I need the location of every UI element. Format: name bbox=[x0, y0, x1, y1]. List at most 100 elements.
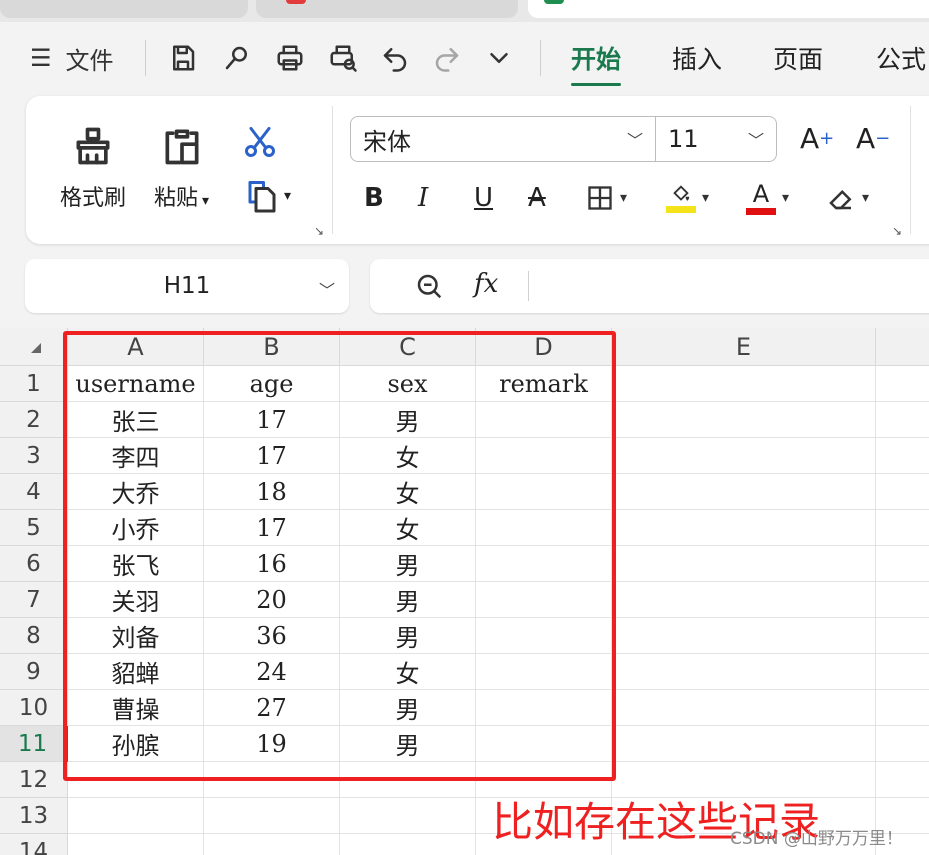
cell[interactable]: 男 bbox=[340, 402, 476, 438]
row-header[interactable]: 6 bbox=[0, 546, 68, 582]
cell[interactable]: 男 bbox=[340, 546, 476, 582]
cell[interactable]: 关羽 bbox=[68, 582, 204, 618]
row-header[interactable]: 14 bbox=[0, 834, 68, 855]
cell[interactable] bbox=[340, 798, 476, 834]
cell[interactable] bbox=[876, 726, 929, 762]
cell[interactable]: 24 bbox=[204, 654, 340, 690]
cell[interactable]: age bbox=[204, 366, 340, 402]
cell[interactable] bbox=[876, 618, 929, 654]
cell[interactable] bbox=[476, 654, 612, 690]
cell[interactable] bbox=[476, 690, 612, 726]
cell[interactable] bbox=[204, 762, 340, 798]
format-painter-button[interactable]: 格式刷 bbox=[60, 124, 126, 212]
cell[interactable]: 17 bbox=[204, 510, 340, 546]
cell[interactable] bbox=[876, 474, 929, 510]
row-header[interactable]: 11 bbox=[0, 726, 68, 762]
cell[interactable]: 曹操 bbox=[68, 690, 204, 726]
window-tab[interactable] bbox=[0, 0, 248, 18]
copy-button[interactable]: ▾ bbox=[244, 178, 291, 214]
cell[interactable]: 男 bbox=[340, 690, 476, 726]
cell[interactable] bbox=[340, 834, 476, 855]
cell[interactable]: 男 bbox=[340, 618, 476, 654]
cell[interactable] bbox=[876, 402, 929, 438]
cell[interactable] bbox=[204, 834, 340, 855]
cell[interactable] bbox=[476, 726, 612, 762]
cell[interactable]: 17 bbox=[204, 438, 340, 474]
window-tab[interactable] bbox=[256, 0, 518, 18]
italic-button[interactable]: I bbox=[418, 180, 428, 216]
window-tab-active[interactable] bbox=[528, 0, 929, 18]
cell[interactable] bbox=[876, 438, 929, 474]
cell[interactable] bbox=[876, 582, 929, 618]
tab-insert[interactable]: 插入 bbox=[672, 40, 722, 76]
cell[interactable]: remark bbox=[476, 366, 612, 402]
cell[interactable] bbox=[612, 402, 876, 438]
column-header[interactable] bbox=[876, 328, 929, 366]
paste-button[interactable]: 粘贴 ▾ bbox=[154, 124, 209, 212]
tab-formula[interactable]: 公式 bbox=[876, 40, 926, 76]
cell[interactable] bbox=[612, 690, 876, 726]
row-header[interactable]: 7 bbox=[0, 582, 68, 618]
find-button[interactable] bbox=[222, 42, 252, 74]
cell[interactable] bbox=[612, 618, 876, 654]
cell[interactable] bbox=[876, 510, 929, 546]
cell[interactable] bbox=[612, 654, 876, 690]
font-name-dropdown[interactable]: 宋体 ﹀ bbox=[351, 117, 656, 161]
bold-button[interactable]: B bbox=[364, 180, 384, 216]
strikethrough-button[interactable]: A bbox=[528, 180, 546, 216]
fill-color-button[interactable]: ▾ bbox=[666, 180, 709, 216]
cell[interactable]: 女 bbox=[340, 474, 476, 510]
row-header[interactable]: 8 bbox=[0, 618, 68, 654]
redo-button[interactable] bbox=[432, 42, 462, 74]
cell[interactable] bbox=[476, 582, 612, 618]
cell[interactable] bbox=[876, 366, 929, 402]
save-button[interactable] bbox=[168, 42, 198, 74]
clipboard-launcher-icon[interactable]: ↘ bbox=[314, 224, 324, 238]
row-header[interactable]: 13 bbox=[0, 798, 68, 834]
column-header[interactable]: A bbox=[68, 328, 204, 366]
cell[interactable]: 36 bbox=[204, 618, 340, 654]
cell[interactable] bbox=[68, 834, 204, 855]
print-preview-button[interactable] bbox=[328, 42, 358, 74]
cell[interactable] bbox=[204, 798, 340, 834]
zoom-out-icon[interactable] bbox=[414, 271, 444, 301]
cell[interactable]: 张三 bbox=[68, 402, 204, 438]
clear-format-button[interactable]: ▾ bbox=[826, 180, 869, 216]
cell[interactable] bbox=[612, 726, 876, 762]
row-header[interactable]: 12 bbox=[0, 762, 68, 798]
cell[interactable] bbox=[612, 510, 876, 546]
column-header[interactable]: D bbox=[476, 328, 612, 366]
cell[interactable]: 李四 bbox=[68, 438, 204, 474]
underline-button[interactable]: U bbox=[474, 180, 493, 216]
row-header[interactable]: 1 bbox=[0, 366, 68, 402]
undo-button[interactable] bbox=[380, 42, 410, 74]
increase-font-button[interactable]: A + bbox=[800, 120, 834, 156]
row-header[interactable]: 5 bbox=[0, 510, 68, 546]
cell[interactable] bbox=[876, 654, 929, 690]
column-header[interactable]: B bbox=[204, 328, 340, 366]
cell[interactable] bbox=[612, 474, 876, 510]
cell[interactable] bbox=[68, 762, 204, 798]
font-color-button[interactable]: A ▾ bbox=[746, 180, 789, 216]
cell[interactable]: 貂蝉 bbox=[68, 654, 204, 690]
cell[interactable]: 女 bbox=[340, 438, 476, 474]
border-button[interactable]: ▾ bbox=[586, 180, 627, 216]
row-header[interactable]: 4 bbox=[0, 474, 68, 510]
cell[interactable]: username bbox=[68, 366, 204, 402]
cell[interactable] bbox=[476, 402, 612, 438]
cell[interactable]: 张飞 bbox=[68, 546, 204, 582]
column-header[interactable]: C bbox=[340, 328, 476, 366]
tab-home[interactable]: 开始 bbox=[571, 40, 622, 86]
cell[interactable]: 大乔 bbox=[68, 474, 204, 510]
cell[interactable]: 女 bbox=[340, 654, 476, 690]
font-size-dropdown[interactable]: 11 ﹀ bbox=[656, 117, 776, 161]
cell[interactable] bbox=[876, 546, 929, 582]
row-header[interactable]: 3 bbox=[0, 438, 68, 474]
cell[interactable] bbox=[612, 366, 876, 402]
cell[interactable] bbox=[612, 546, 876, 582]
cell[interactable]: 女 bbox=[340, 510, 476, 546]
cell[interactable]: 19 bbox=[204, 726, 340, 762]
cell[interactable]: 孙膑 bbox=[68, 726, 204, 762]
column-header[interactable]: E bbox=[612, 328, 876, 366]
font-launcher-icon[interactable]: ↘ bbox=[892, 224, 902, 238]
